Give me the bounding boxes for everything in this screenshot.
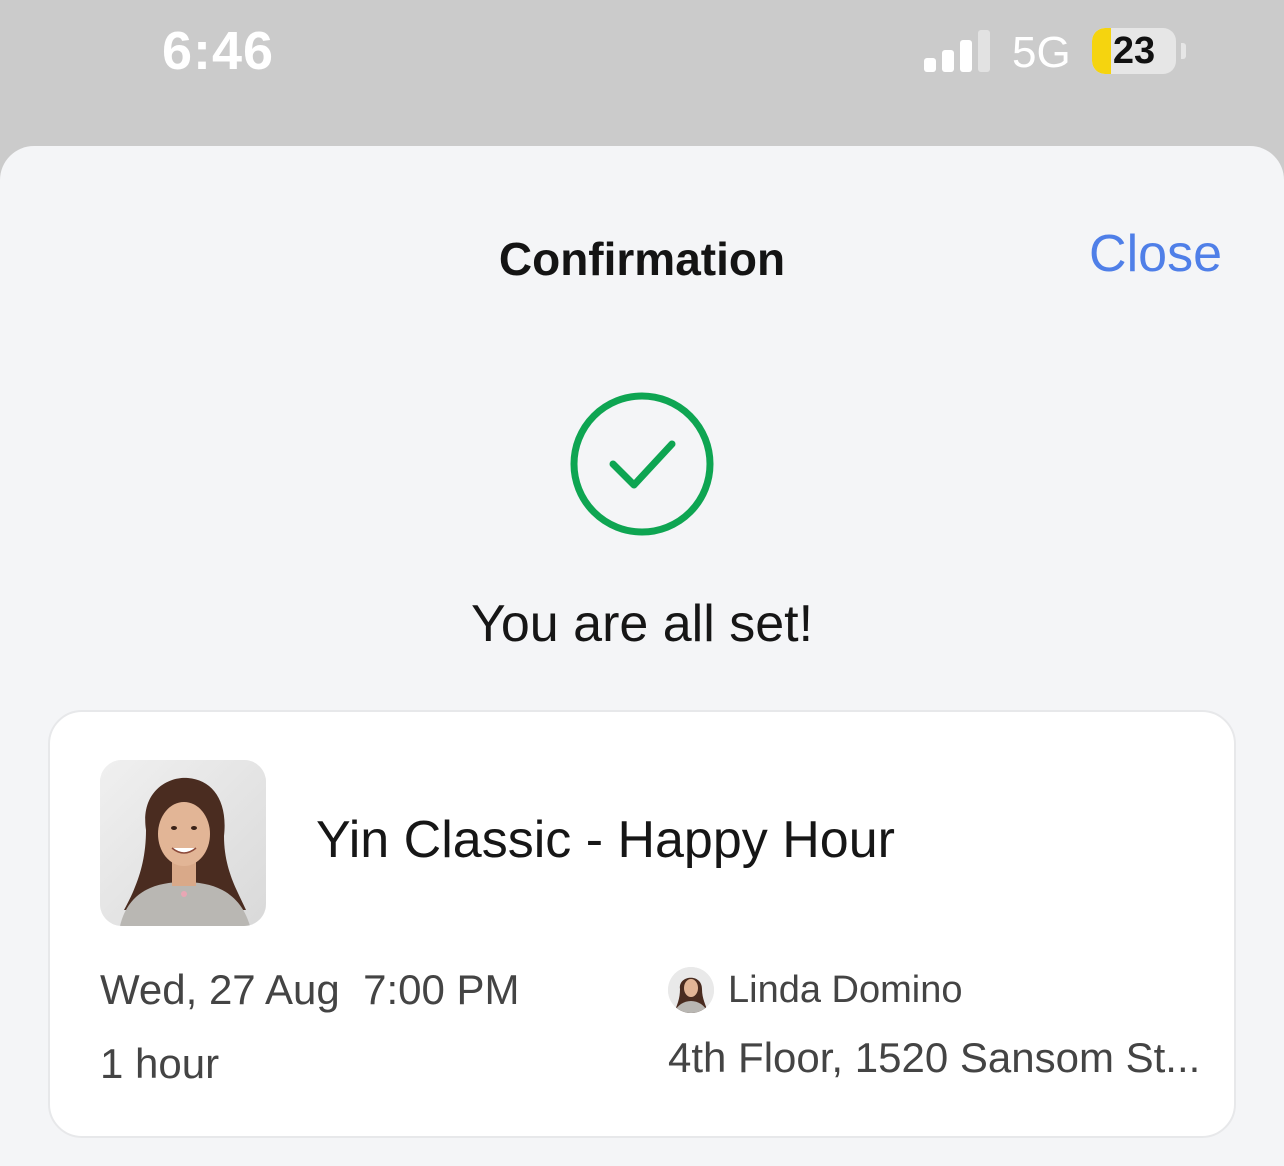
battery-icon: 23 (1092, 28, 1176, 74)
checkmark-circle-icon (570, 392, 714, 536)
class-location: 4th Floor, 1520 Sansom St... (668, 1034, 1201, 1081)
network-type: 5G (1012, 28, 1071, 77)
class-duration: 1 hour (100, 1040, 220, 1087)
class-time: 7:00 PM (363, 966, 520, 1013)
status-time: 6:46 (162, 21, 275, 81)
class-photo (100, 760, 266, 926)
cellular-signal-icon (924, 30, 990, 72)
instructor: Linda Domino (668, 966, 962, 1014)
class-title: Yin Classic - Happy Hour (316, 811, 895, 869)
battery-percentage: 23 (1112, 30, 1156, 72)
instructor-avatar (668, 967, 714, 1013)
instructor-name: Linda Domino (728, 968, 963, 1011)
class-date-time: Wed, 27 Aug 7:00 PM (100, 966, 520, 1014)
close-button[interactable]: Close (1089, 224, 1222, 284)
status-bar: 6:46 5G 23 (0, 0, 1284, 146)
instructor-photo-image (100, 760, 266, 926)
confirmation-sheet: Confirmation Close You are all set! Yin … (0, 146, 1284, 1166)
class-date: Wed, 27 Aug (100, 966, 340, 1013)
success-message: You are all set! (470, 595, 814, 653)
booking-card[interactable]: Yin Classic - Happy Hour Wed, 27 Aug 7:0… (48, 710, 1236, 1138)
battery-nub (1181, 43, 1186, 59)
